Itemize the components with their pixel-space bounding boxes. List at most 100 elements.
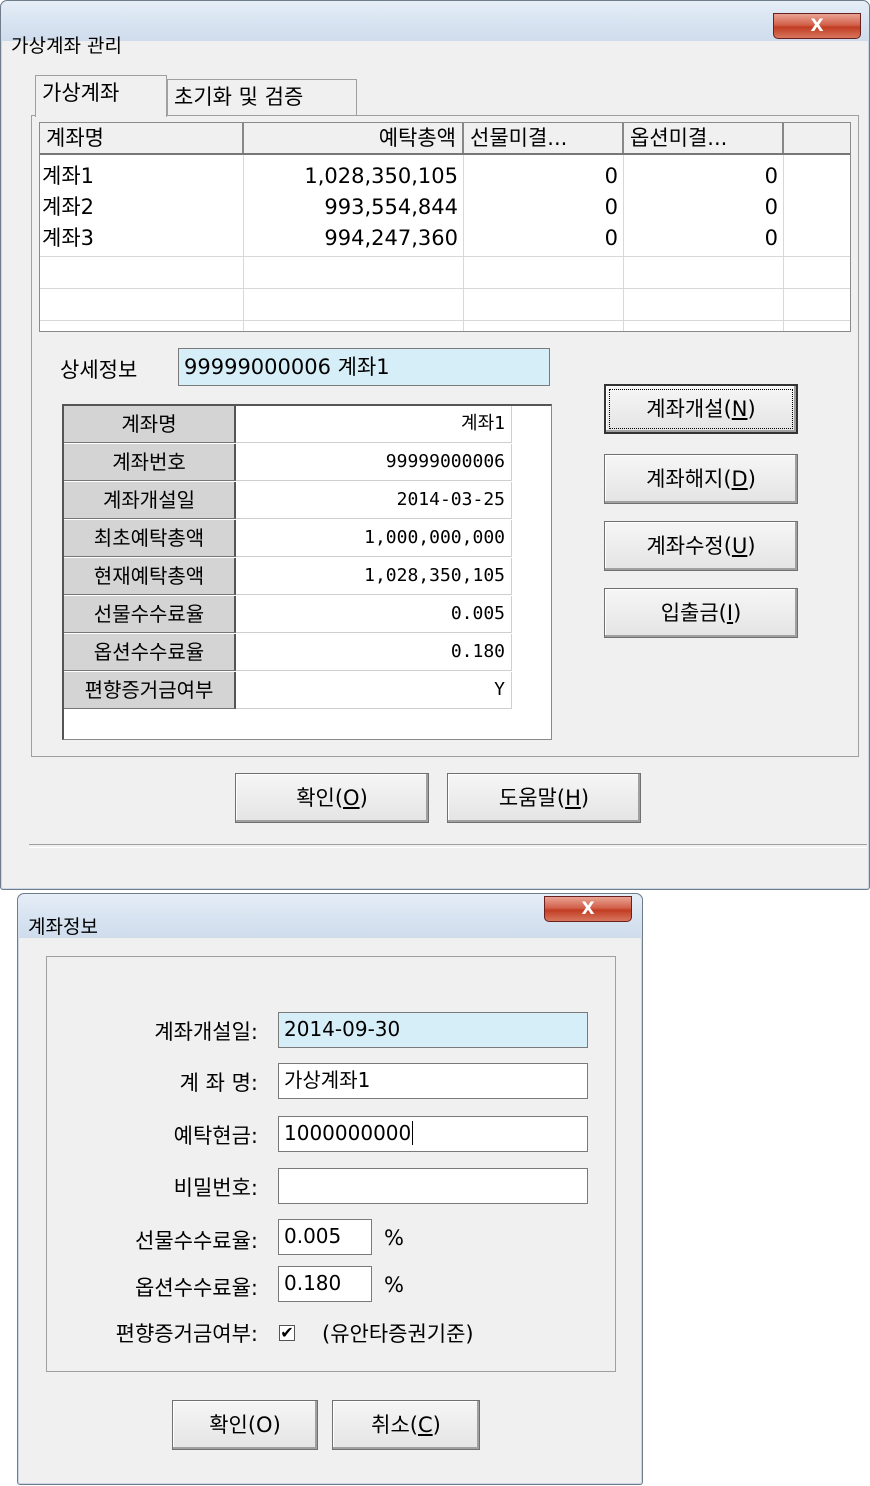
account-list[interactable]: 계좌명 예탁총액 선물미결... 옵션미결... 계좌1 1,028,350,1… (39, 122, 851, 332)
cell-options: 0 (764, 164, 778, 188)
help-hotkey: H (565, 786, 581, 810)
help-suffix: ) (580, 786, 590, 810)
password-field[interactable] (278, 1168, 588, 1204)
open-account-hotkey: N (731, 397, 748, 421)
deposit-withdraw-suffix: ) (733, 601, 742, 625)
account-manager-window: 가상계좌 관리 X 가상계좌 초기화 및 검증 계좌명 예탁총액 선물미결...… (0, 0, 870, 890)
dialog-cancel-button[interactable]: 취소(C) (332, 1400, 480, 1450)
cell-options: 0 (764, 195, 778, 219)
list-item[interactable]: 계좌2 993,554,844 0 0 (40, 192, 850, 223)
close-account-suffix: ) (747, 467, 756, 491)
col-options-open[interactable]: 옵션미결... (624, 123, 784, 153)
password-label: 비밀번호: (173, 1176, 258, 1200)
grid-key: 편향증거금여부 (64, 672, 236, 709)
cell-futures: 0 (604, 164, 618, 188)
options-fee-field[interactable]: 0.180 (278, 1266, 372, 1302)
dialog-close-button[interactable]: X (544, 896, 632, 922)
titlebar[interactable] (1, 1, 869, 41)
grid-value[interactable]: Y (236, 672, 512, 709)
ok-hotkey: O (343, 786, 360, 810)
window-title: 가상계좌 관리 (11, 35, 122, 57)
close-icon: X (581, 899, 595, 919)
grid-key: 현재예탁총액 (64, 558, 236, 595)
grid-value[interactable]: 1,000,000,000 (236, 520, 512, 557)
dialog-cancel-suffix: ) (432, 1413, 441, 1437)
ok-label: 확인( (296, 786, 344, 810)
tab-panel: 계좌명 예탁총액 선물미결... 옵션미결... 계좌1 1,028,350,1… (31, 115, 859, 757)
close-account-button[interactable]: 계좌해지(D) (604, 454, 798, 504)
close-button[interactable]: X (773, 13, 861, 39)
dialog-ok-label: 확인(O) (209, 1413, 281, 1437)
col-account-name[interactable]: 계좌명 (40, 123, 244, 153)
futures-fee-unit: % (384, 1226, 404, 1250)
ok-suffix: ) (359, 786, 368, 810)
cell-options: 0 (764, 226, 778, 250)
close-account-label: 계좌해지( (646, 467, 732, 491)
open-date-label: 계좌개설일: (154, 1020, 258, 1044)
account-name-field[interactable]: 가상계좌1 (278, 1063, 588, 1099)
open-account-suffix: ) (747, 397, 756, 421)
edit-account-button[interactable]: 계좌수정(U) (604, 521, 798, 571)
cell-deposit: 993,554,844 (324, 195, 458, 219)
help-label: 도움말( (498, 786, 566, 810)
cell-name: 계좌3 (42, 226, 95, 250)
grid-value[interactable]: 99999000006 (236, 444, 512, 481)
tab-virtual-account[interactable]: 가상계좌 (35, 75, 167, 117)
list-item[interactable]: 계좌1 1,028,350,105 0 0 (40, 161, 850, 192)
dialog-cancel-label: 취소( (371, 1413, 418, 1437)
cell-name: 계좌2 (42, 195, 95, 219)
cell-name: 계좌1 (42, 164, 95, 188)
cell-deposit: 1,028,350,105 (304, 164, 458, 188)
grid-key: 계좌명 (64, 406, 236, 443)
tab-reset-verify[interactable]: 초기화 및 검증 (167, 79, 357, 115)
deposit-label: 예탁현금: (173, 1124, 258, 1148)
grid-value[interactable]: 0.005 (236, 596, 512, 633)
grid-value[interactable]: 계좌1 (236, 406, 512, 443)
account-info-dialog: 계좌정보 X 계좌개설일: 2014-09-30 계 좌 명: 가상계좌1 예탁… (17, 893, 643, 1485)
deposit-value: 1000000000 (284, 1121, 412, 1145)
tab-strip: 가상계좌 초기화 및 검증 (31, 73, 861, 117)
grid-key: 옵션수수료율 (64, 634, 236, 671)
col-total-deposit[interactable]: 예탁총액 (244, 123, 464, 153)
bias-margin-note: (유안타증권기준) (322, 1322, 474, 1346)
detail-label: 상세정보 (60, 358, 138, 382)
bias-margin-checkbox[interactable]: ✔ (279, 1325, 295, 1341)
list-item[interactable]: 계좌3 994,247,360 0 0 (40, 223, 850, 254)
text-cursor (412, 1121, 414, 1145)
grid-key: 최초예탁총액 (64, 520, 236, 557)
cell-futures: 0 (604, 226, 618, 250)
grid-value[interactable]: 1,028,350,105 (236, 558, 512, 595)
grid-value[interactable]: 0.180 (236, 634, 512, 671)
help-button[interactable]: 도움말(H) (447, 773, 641, 823)
close-account-hotkey: D (731, 467, 748, 491)
close-icon: X (810, 16, 824, 36)
grid-key: 선물수수료율 (64, 596, 236, 633)
col-futures-open[interactable]: 선물미결... (464, 123, 624, 153)
open-date-field[interactable]: 2014-09-30 (278, 1012, 588, 1048)
deposit-field[interactable]: 1000000000 (278, 1116, 588, 1152)
ok-button[interactable]: 확인(O) (235, 773, 429, 823)
options-fee-label: 옵션수수료율: (135, 1276, 258, 1300)
grid-value[interactable]: 2014-03-25 (236, 482, 512, 519)
detail-grid: 계좌명 계좌1 계좌번호 99999000006 계좌개설일 2014-03-2… (62, 404, 552, 740)
futures-fee-field[interactable]: 0.005 (278, 1219, 372, 1255)
status-separator (29, 844, 867, 848)
dialog-ok-button[interactable]: 확인(O) (172, 1400, 318, 1450)
edit-account-hotkey: U (731, 534, 748, 558)
edit-account-label: 계좌수정( (646, 534, 732, 558)
open-account-button[interactable]: 계좌개설(N) (604, 384, 798, 434)
detail-field[interactable]: 99999000006 계좌1 (178, 348, 550, 386)
list-header: 계좌명 예탁총액 선물미결... 옵션미결... (40, 123, 850, 155)
cell-futures: 0 (604, 195, 618, 219)
dialog-cancel-hotkey: C (417, 1413, 433, 1437)
futures-fee-label: 선물수수료율: (135, 1229, 258, 1253)
cell-deposit: 994,247,360 (324, 226, 458, 250)
edit-account-suffix: ) (747, 534, 756, 558)
deposit-withdraw-label: 입출금( (660, 601, 727, 625)
checkmark-icon: ✔ (280, 1323, 294, 1342)
deposit-withdraw-button[interactable]: 입출금(I) (604, 588, 798, 638)
dialog-title: 계좌정보 (28, 916, 98, 938)
account-name-label: 계 좌 명: (179, 1071, 258, 1095)
options-fee-unit: % (384, 1273, 404, 1297)
grid-key: 계좌번호 (64, 444, 236, 481)
